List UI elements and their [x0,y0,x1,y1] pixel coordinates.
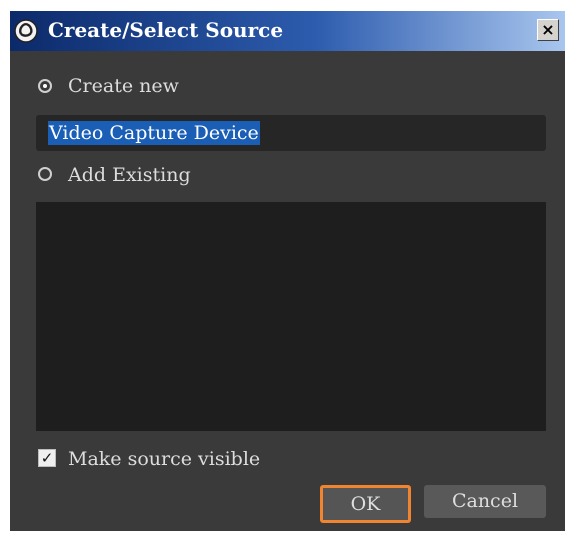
existing-sources-list[interactable] [36,202,546,431]
create-new-label[interactable]: Create new [68,75,179,97]
title-bar[interactable]: Create/Select Source × [10,11,565,51]
ok-button[interactable]: OK [320,485,411,523]
cancel-button[interactable]: Cancel [424,485,546,518]
obs-logo-icon [14,19,38,43]
make-visible-label[interactable]: Make source visible [68,448,260,470]
add-existing-label[interactable]: Add Existing [68,164,191,186]
source-name-input[interactable]: Video Capture Device [36,115,546,151]
dialog-title: Create/Select Source [48,18,284,42]
source-name-value: Video Capture Device [48,121,260,145]
make-visible-checkbox[interactable]: ✓ [38,449,56,467]
add-existing-radio[interactable] [38,167,52,181]
create-select-source-dialog: Create/Select Source × Create new Video … [10,11,565,531]
create-new-radio[interactable] [38,79,52,93]
close-button[interactable]: × [537,19,559,41]
